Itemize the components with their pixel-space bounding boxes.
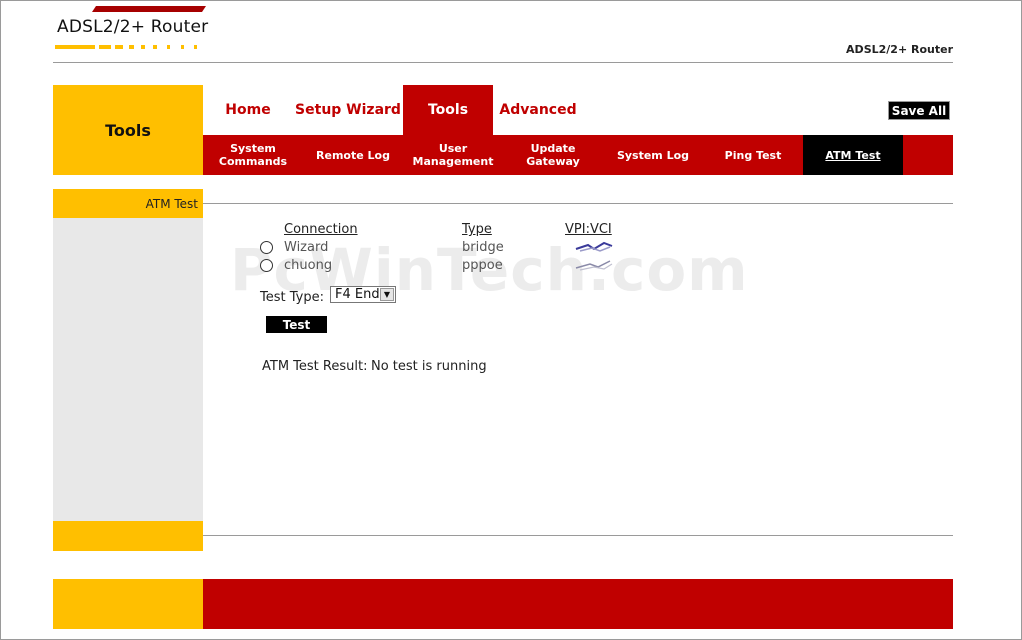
subtab-remote-log[interactable]: Remote Log (303, 135, 403, 175)
vc-link-icon (575, 260, 613, 271)
column-header-type: Type (462, 222, 492, 237)
test-button[interactable]: Test (266, 316, 327, 333)
save-all-button[interactable]: Save All (888, 101, 950, 120)
result-value: No test is running (371, 359, 487, 374)
subtab-label: Update Gateway (526, 142, 580, 168)
subtab-label: System Commands (218, 142, 288, 168)
content-bottom-divider (203, 535, 953, 536)
subtab-label: User Management (412, 142, 494, 168)
logo: ADSL2/2+ Router (57, 17, 209, 37)
sub-nav: System Commands Remote Log User Manageme… (203, 135, 953, 175)
logo-stripe (56, 6, 206, 15)
subtab-label: Remote Log (316, 148, 390, 162)
subtab-ping-test[interactable]: Ping Test (703, 135, 803, 175)
subtab-user-management[interactable]: User Management (403, 135, 503, 175)
connection-name: Wizard (284, 240, 329, 255)
header-divider (53, 62, 953, 63)
logo-dots (55, 45, 197, 49)
tab-tools-label: Tools (427, 102, 469, 118)
main-nav: Home Setup Wizard Tools Advanced (203, 85, 583, 135)
subtab-system-commands[interactable]: System Commands (203, 135, 303, 175)
connection-name: chuong (284, 258, 333, 273)
tab-setup-wizard[interactable]: Setup Wizard (293, 85, 403, 135)
connection-type: pppoe (462, 258, 503, 273)
brand-label: ADSL2/2+ Router (846, 43, 953, 56)
subtab-label: Ping Test (724, 148, 782, 162)
subtab-update-gateway[interactable]: Update Gateway (503, 135, 603, 175)
connection-type: bridge (462, 240, 504, 255)
column-header-connection: Connection (284, 222, 358, 237)
chevron-down-icon[interactable]: ▼ (380, 288, 394, 301)
footer-right-block (203, 579, 953, 629)
subtab-atm-test[interactable]: ATM Test (803, 135, 903, 175)
tab-tools[interactable]: Tools (403, 85, 493, 135)
test-type-selected: F4 End (335, 287, 380, 302)
test-type-select[interactable]: F4 End ▼ (330, 286, 396, 303)
vc-link-icon (575, 241, 613, 252)
connection-radio-wizard[interactable] (260, 241, 273, 254)
tab-advanced-label: Advanced (499, 102, 577, 118)
section-title: Tools (53, 85, 203, 175)
subtab-label: ATM Test (825, 148, 881, 162)
tab-setup-wizard-label: Setup Wizard (295, 102, 401, 118)
result-label: ATM Test Result: (262, 359, 368, 374)
content-top-divider (203, 203, 953, 204)
sidebar-current-item[interactable]: ATM Test (146, 197, 198, 211)
column-header-vpi-vci: VPI:VCI (565, 222, 612, 237)
tab-advanced[interactable]: Advanced (493, 85, 583, 135)
test-type-label: Test Type: (260, 290, 324, 305)
footer-left-block (53, 579, 203, 629)
tab-home[interactable]: Home (203, 85, 293, 135)
tab-home-label: Home (225, 102, 271, 118)
section-title-label: Tools (105, 120, 151, 140)
sidebar-header: ATM Test (53, 189, 203, 218)
sidebar-footer (53, 521, 203, 551)
subtab-label: System Log (616, 148, 690, 162)
connection-radio-chuong[interactable] (260, 259, 273, 272)
subtab-system-log[interactable]: System Log (603, 135, 703, 175)
sidebar-body (53, 218, 203, 521)
